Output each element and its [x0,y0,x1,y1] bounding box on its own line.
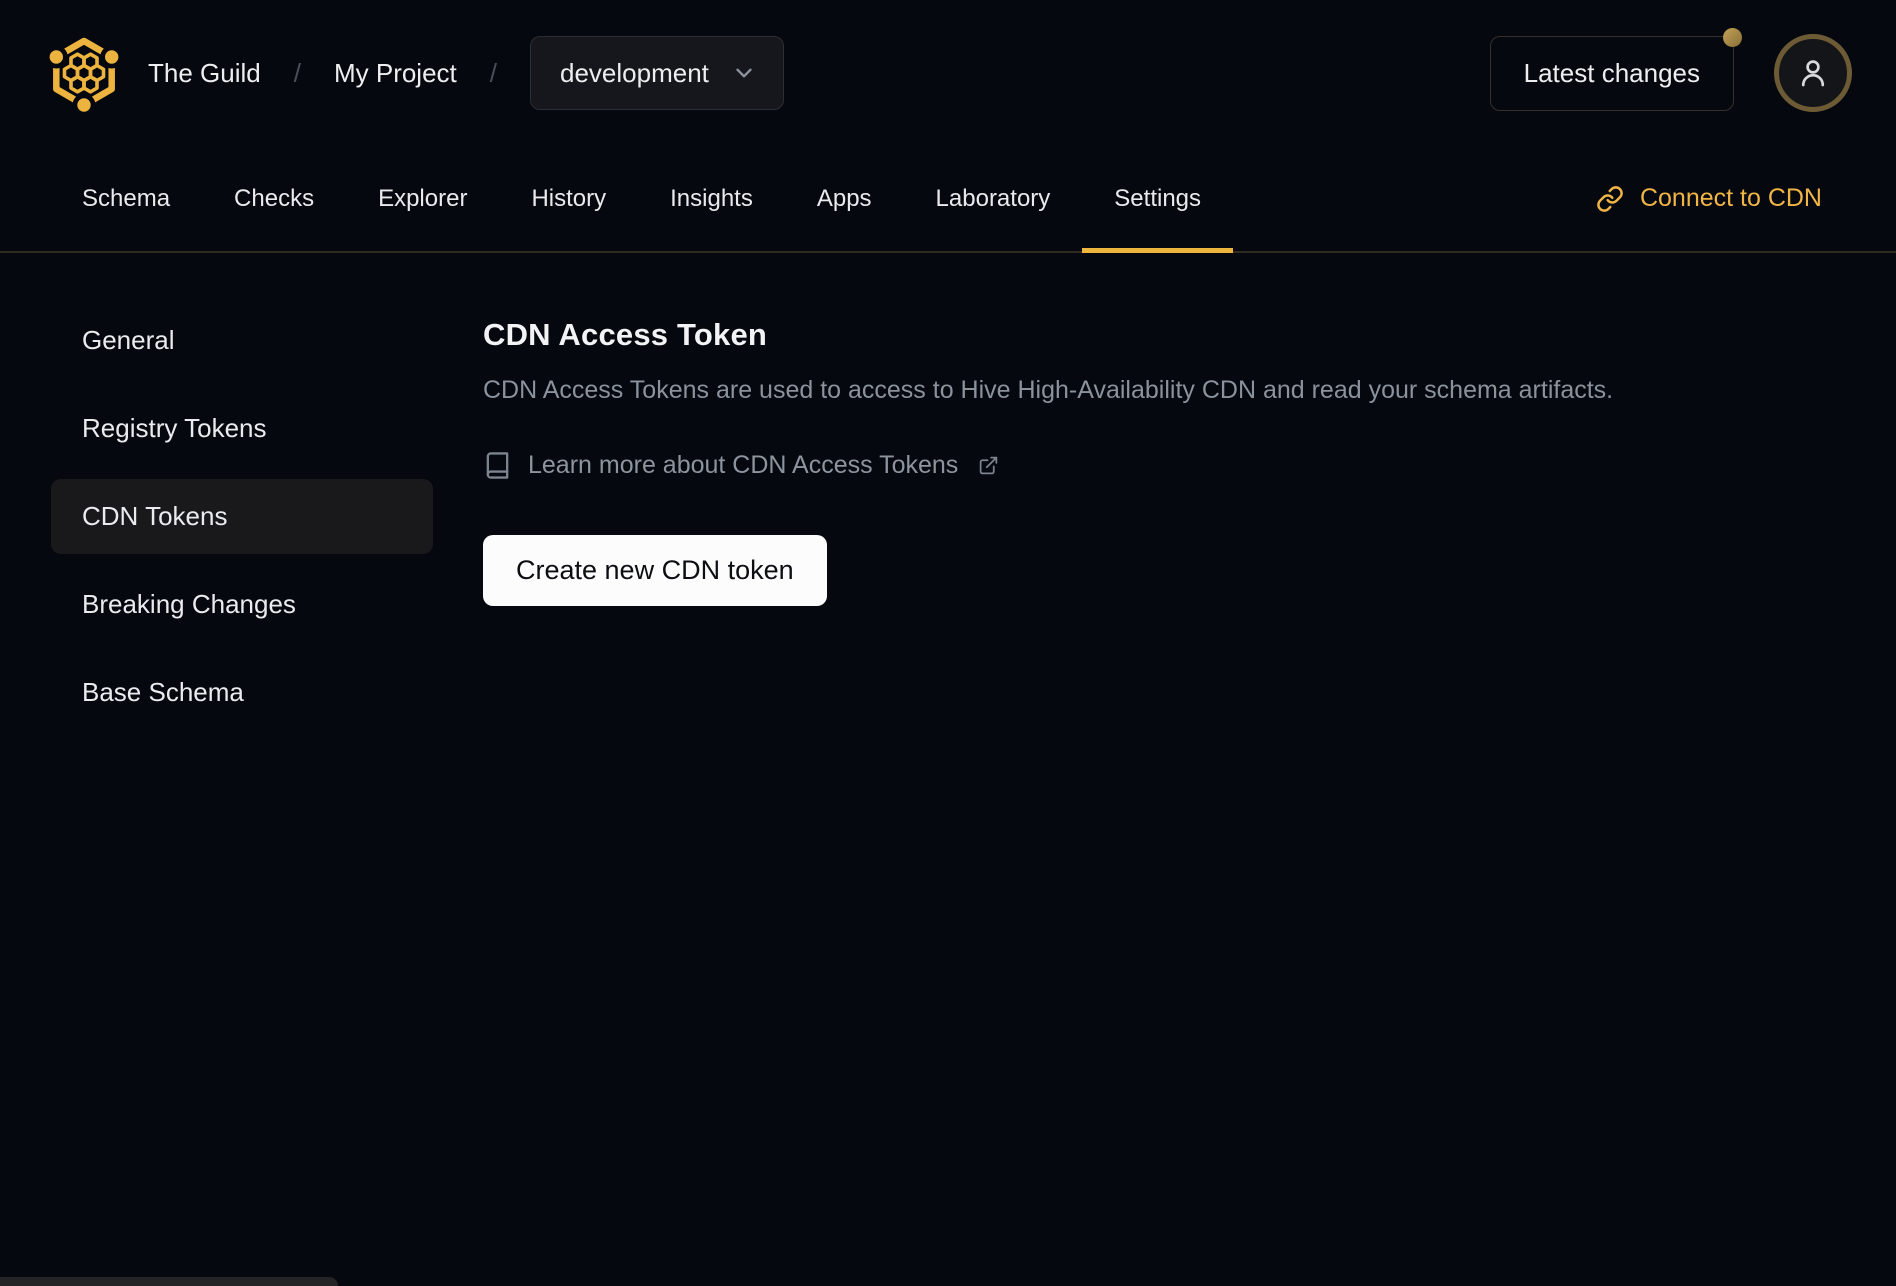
tab-laboratory[interactable]: Laboratory [904,146,1083,251]
user-avatar-button[interactable] [1774,34,1852,112]
latest-changes-button[interactable]: Latest changes [1489,27,1742,111]
tab-apps[interactable]: Apps [785,146,904,251]
settings-sidebar: General Registry Tokens CDN Tokens Break… [0,253,483,743]
hive-logo-icon[interactable] [44,33,124,113]
page-body: General Registry Tokens CDN Tokens Break… [0,253,1896,743]
topbar-right: Latest changes [1489,27,1852,112]
external-link-icon [980,456,998,475]
top-bar: The Guild / My Project / development Lat… [0,0,1896,146]
link-chain-icon [1597,185,1623,212]
chevron-down-icon [736,68,752,78]
breadcrumb-separator: / [489,57,498,88]
notification-dot [1723,27,1742,47]
user-icon [1801,60,1825,87]
tab-list: Schema Checks Explorer History Insights … [50,146,1233,253]
sidebar-item-breaking-changes[interactable]: Breaking Changes [51,567,433,642]
main-content: CDN Access Token CDN Access Tokens are u… [483,253,1896,743]
learn-more-label: Learn more about CDN Access Tokens [528,451,959,479]
tab-insights[interactable]: Insights [638,146,785,251]
latest-changes-label: Latest changes [1523,57,1700,88]
sidebar-item-general[interactable]: General [51,303,433,378]
target-selector-value: development [560,57,709,88]
tab-settings[interactable]: Settings [1082,146,1233,253]
create-cdn-token-button[interactable]: Create new CDN token [483,535,827,606]
page-description: CDN Access Tokens are used to access to … [483,376,1614,404]
tab-bar: Schema Checks Explorer History Insights … [0,146,1896,253]
sidebar-item-registry-tokens[interactable]: Registry Tokens [51,391,433,466]
tab-checks[interactable]: Checks [202,146,346,251]
sidebar-item-cdn-tokens[interactable]: CDN Tokens [51,479,433,554]
tab-schema[interactable]: Schema [50,146,202,251]
breadcrumb-organization[interactable]: The Guild [148,58,261,89]
bottom-partial-toast[interactable] [0,1277,338,1286]
connect-to-cdn-label: Connect to CDN [1639,184,1822,212]
breadcrumb-separator: / [293,57,301,88]
breadcrumb: The Guild / My Project / development [148,36,784,110]
sidebar-item-base-schema[interactable]: Base Schema [51,655,433,730]
learn-more-link[interactable]: Learn more about CDN Access Tokens [483,451,999,480]
page-title: CDN Access Token [483,317,768,352]
tab-history[interactable]: History [499,146,638,251]
breadcrumb-project[interactable]: My Project [334,58,457,89]
connect-to-cdn-link[interactable]: Connect to CDN [1596,146,1822,251]
tab-explorer[interactable]: Explorer [346,146,499,251]
book-icon [486,452,509,479]
target-selector-dropdown[interactable]: development [530,36,784,110]
